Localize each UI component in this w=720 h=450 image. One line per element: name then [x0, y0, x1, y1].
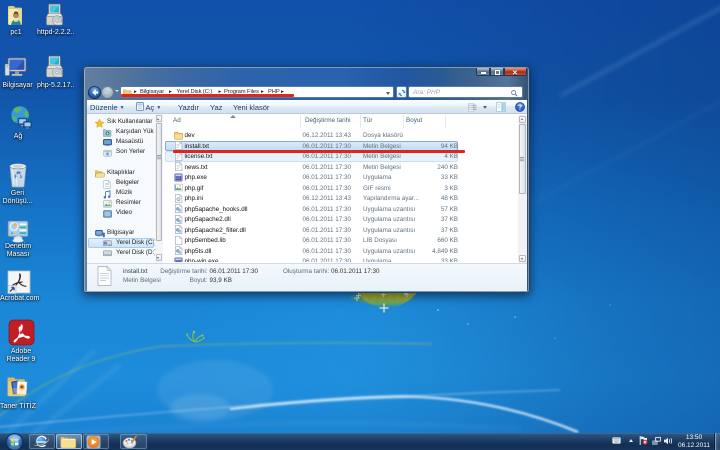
- svg-text:?: ?: [518, 104, 522, 111]
